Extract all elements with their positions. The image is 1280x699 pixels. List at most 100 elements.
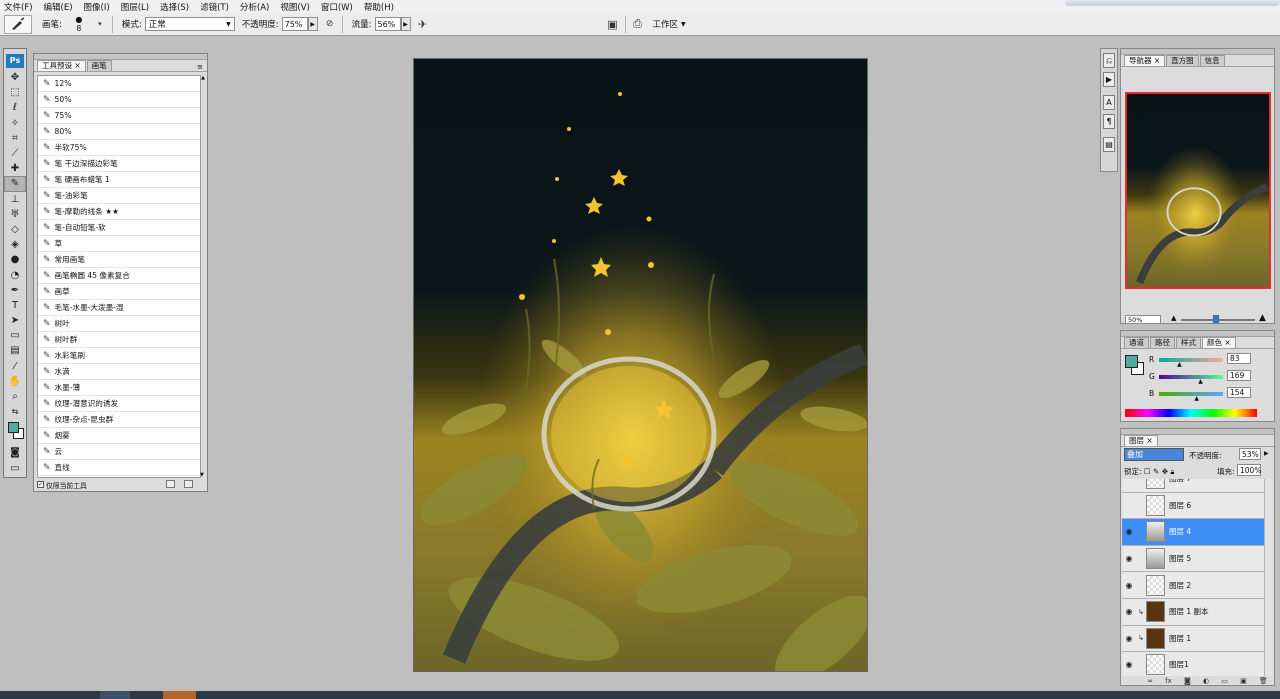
preset-item[interactable]: ✎ 画笔椭圆 45 像素复合 [38,268,200,284]
r-value-input[interactable]: 83 [1227,353,1251,364]
layer-mask-icon[interactable]: ◙ [1184,677,1191,685]
panel-menu-icon[interactable]: ≡ [197,63,203,71]
navigator-zoom-knob[interactable] [1213,315,1219,323]
actions-panel-icon[interactable]: ▶ [1103,72,1115,87]
preset-item[interactable]: ✎ 直线 [38,460,200,476]
preset-item[interactable]: ✎ 常用画笔 [38,252,200,268]
flow-input[interactable]: 56% [374,17,401,31]
clone-stamp-tool-icon[interactable]: ⊥ [4,192,26,207]
preset-item[interactable]: ✎ 50% [38,92,200,108]
tab-brushes[interactable]: 画笔 [86,60,112,71]
mode-select[interactable]: 正常 ▼ [144,17,235,31]
foreground-color-swatch[interactable] [8,422,19,434]
layer-row[interactable]: ◉ 图层 5 [1122,546,1265,573]
preset-item[interactable]: ✎ 笔-自动铅笔-软 [38,220,200,236]
layer-name[interactable]: 图层 1 副本 [1169,606,1209,617]
layer-name[interactable]: 图层 1 [1169,633,1191,644]
hand-tool-icon[interactable]: ✋ [4,374,26,389]
tool-preset-picker[interactable] [4,14,32,34]
preset-item[interactable]: ✎ 纹理-潜意识的诱发 [38,396,200,412]
layer-row[interactable]: 图层 6 [1122,493,1265,520]
g-value-input[interactable]: 169 [1227,370,1251,381]
screen-mode-icon[interactable]: ▭ [4,461,26,476]
menu-item[interactable]: 窗口(W) [321,1,353,13]
tab-tool-presets[interactable]: 工具预设 × [37,60,86,71]
tab-color[interactable]: 颜色 × [1202,337,1236,348]
menu-item[interactable]: 图层(L) [121,1,149,13]
layer-scrollbar[interactable] [1264,479,1273,676]
layer-style-icon[interactable]: fx [1165,677,1172,685]
quick-mask-icon[interactable]: ◙ [4,445,26,460]
g-slider-handle[interactable]: ▲ [1198,378,1203,385]
link-layers-icon[interactable]: ∞ [1147,677,1153,685]
notes-tool-icon[interactable]: ▤ [4,343,26,358]
navigator-zoom-input[interactable]: 50% [1125,315,1161,324]
bridge-icon[interactable]: ⎙ [631,17,645,31]
eraser-tool-icon[interactable]: ◇ [4,222,26,237]
layer-row[interactable]: ◉ ↳ 图层 1 [1122,626,1265,653]
menu-item[interactable]: 帮助(H) [364,1,394,13]
group-icon[interactable]: ▭ [1221,677,1228,685]
preset-item[interactable]: ✎ 笔 干边深描边彩笔 [38,156,200,172]
r-slider-handle[interactable]: ▲ [1177,361,1182,368]
character-panel-icon[interactable]: A [1103,95,1115,110]
preset-item[interactable]: ✎ 笔-油彩笔 [38,188,200,204]
menu-item[interactable]: 图像(I) [84,1,110,13]
lasso-tool-icon[interactable]: ℓ [4,100,26,115]
preset-item[interactable]: ✎ 12% [38,76,200,92]
layer-row[interactable]: ◉ ↳ 图层 1 副本 [1122,599,1265,626]
layer-row[interactable]: ◉ 图层1 [1122,652,1265,676]
healing-brush-tool-icon[interactable]: ✚ [4,161,26,176]
tab-paths[interactable]: 路径 [1150,337,1175,348]
tab-styles[interactable]: 样式 [1176,337,1201,348]
dodge-tool-icon[interactable]: ◔ [4,267,26,282]
preset-item[interactable]: ✎ 水彩笔刷 [38,348,200,364]
layer-thumbnail[interactable] [1146,601,1165,623]
preset-item[interactable]: ✎ 画草 [38,284,200,300]
visibility-eye-icon[interactable]: ◉ [1122,581,1136,590]
preset-item[interactable]: ✎ 纹理-杂点-昆虫群 [38,412,200,428]
brush-tool-icon[interactable]: ✎ [4,176,26,192]
zoom-in-icon[interactable]: ▲ [1259,313,1266,323]
foreground-color-swatch[interactable] [1125,355,1138,368]
layer-thumbnail[interactable] [1146,654,1165,676]
blur-tool-icon[interactable]: ● [4,252,26,267]
b-value-input[interactable]: 154 [1227,387,1251,398]
slice-tool-icon[interactable]: ⟋ [4,146,26,161]
current-tool-only-checkbox[interactable]: ✓ [37,481,44,488]
preset-item[interactable]: ✎ 水滴 [38,364,200,380]
trash-icon[interactable] [184,480,193,488]
preset-item[interactable]: ✎ 云 [38,444,200,460]
tab-layers[interactable]: 图层 × [1124,435,1158,446]
rectangle-tool-icon[interactable]: ▭ [4,328,26,343]
layer-thumbnail[interactable] [1146,521,1165,543]
visibility-eye-icon[interactable]: ◉ [1122,554,1136,563]
menu-item[interactable]: 编辑(E) [44,1,73,13]
layer-comps-panel-icon[interactable]: ▤ [1103,137,1115,152]
visibility-eye-icon[interactable]: ◉ [1122,660,1136,669]
move-tool-icon[interactable]: ✥ [4,70,26,85]
g-slider[interactable] [1159,375,1223,379]
preset-item[interactable]: ✎ 毛笔-水墨-大泼墨-湿 [38,300,200,316]
airbrush-icon[interactable]: ✈ [416,17,430,31]
b-slider[interactable] [1159,392,1223,396]
new-layer-icon[interactable]: ▣ [1240,677,1247,685]
menu-item[interactable]: 文件(F) [4,1,33,13]
menu-item[interactable]: 视图(V) [280,1,309,13]
paint-bucket-tool-icon[interactable]: ◈ [4,237,26,252]
magic-wand-tool-icon[interactable]: ✧ [4,116,26,131]
taskbar-item[interactable] [100,691,130,699]
pen-tool-icon[interactable]: ✒ [4,283,26,298]
marquee-tool-icon[interactable]: ⬚ [4,85,26,100]
window-controls[interactable] [1065,0,1280,6]
layer-name[interactable]: 图层 6 [1169,500,1191,511]
b-slider-handle[interactable]: ▲ [1194,395,1199,402]
menu-item[interactable]: 滤镜(T) [200,1,229,13]
preset-item[interactable]: ✎ 笔 硬画布蜡笔 1 [38,172,200,188]
menu-item[interactable]: 分析(A) [240,1,269,13]
history-panel-icon[interactable]: ⎌ [1103,53,1115,68]
color-spectrum-bar[interactable] [1125,409,1257,417]
brush-dropdown-icon[interactable]: ▾ [93,17,107,31]
paragraph-panel-icon[interactable]: ¶ [1103,114,1115,129]
opacity-slider-button[interactable]: ▶ [307,17,318,31]
